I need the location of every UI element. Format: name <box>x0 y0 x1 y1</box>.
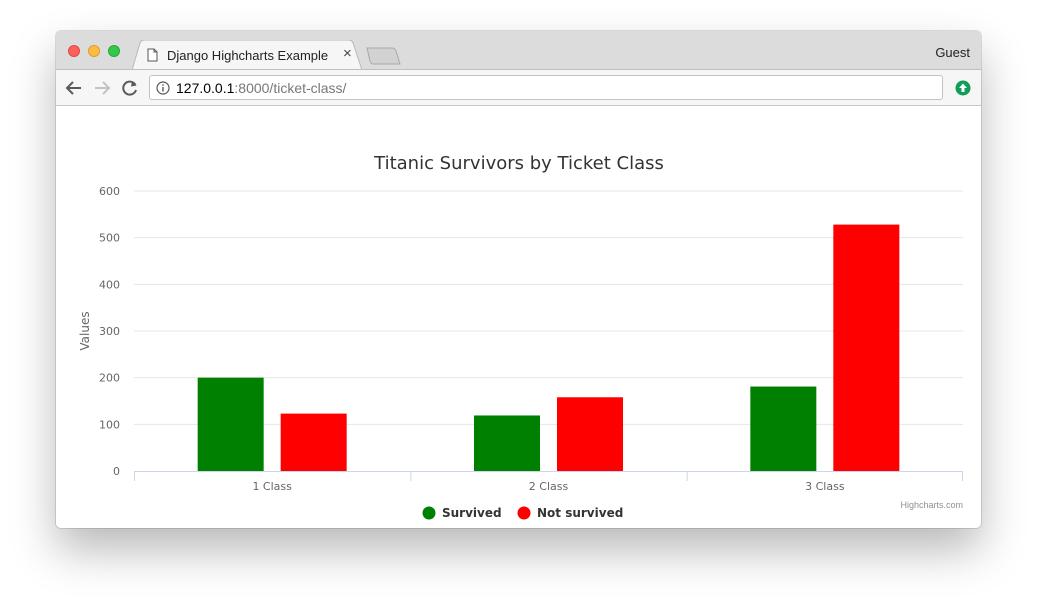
chart-credits[interactable]: Highcharts.com <box>900 500 963 510</box>
bar[interactable] <box>280 413 347 471</box>
toolbar: 127.0.0.1:8000/ticket-class/ <box>56 69 981 106</box>
close-window-button[interactable] <box>68 45 80 57</box>
page-content: Titanic Survivors by Ticket Class 0 100 20… <box>56 106 981 528</box>
bar[interactable] <box>833 224 900 471</box>
y-tick-label: 400 <box>99 278 120 291</box>
page-icon <box>147 48 158 67</box>
extension-icon[interactable] <box>955 80 971 96</box>
legend-marker <box>422 506 436 520</box>
maximize-window-button[interactable] <box>108 45 120 57</box>
url-host: 127.0.0.1 <box>176 80 235 96</box>
y-tick-label: 300 <box>99 325 120 338</box>
chart: Titanic Survivors by Ticket Class 0 100 20… <box>78 153 963 520</box>
address-bar[interactable]: 127.0.0.1:8000/ticket-class/ <box>149 75 943 100</box>
legend-marker <box>517 506 531 520</box>
y-axis-label: Values <box>78 311 92 350</box>
info-icon[interactable] <box>156 81 170 95</box>
bar[interactable] <box>197 377 264 471</box>
x-tick-label: 3 Class <box>805 480 845 493</box>
bar[interactable] <box>750 386 817 471</box>
x-tick-label: 2 Class <box>529 480 569 493</box>
profile-label[interactable]: Guest <box>935 45 970 60</box>
y-tick-label: 200 <box>99 372 120 385</box>
legend-label: Not survived <box>537 506 623 520</box>
minimize-window-button[interactable] <box>88 45 100 57</box>
reload-icon[interactable] <box>121 79 139 97</box>
x-tick-label: 1 Class <box>252 480 292 493</box>
close-icon[interactable]: × <box>343 46 352 62</box>
url-text[interactable]: 127.0.0.1:8000/ticket-class/ <box>176 80 346 96</box>
y-tick-label: 600 <box>99 185 120 198</box>
new-tab-button[interactable] <box>366 47 402 65</box>
browser-window: Django Highcharts Example × Guest 127.0.… <box>56 31 981 528</box>
y-tick-label: 0 <box>113 465 120 478</box>
legend-label: Survived <box>442 506 502 520</box>
y-tick-label: 500 <box>99 232 120 245</box>
tab-bar: Django Highcharts Example × Guest <box>56 31 981 70</box>
bar[interactable] <box>557 397 623 471</box>
active-tab[interactable]: Django Highcharts Example × <box>132 40 363 70</box>
url-path: :8000/ticket-class/ <box>234 80 347 96</box>
legend-item[interactable]: Survived <box>422 506 502 520</box>
back-arrow-icon[interactable] <box>65 79 83 97</box>
forward-arrow-icon[interactable] <box>93 79 111 97</box>
bar[interactable] <box>474 415 540 471</box>
chart-title: Titanic Survivors by Ticket Class <box>373 153 664 174</box>
y-tick-label: 100 <box>99 418 120 431</box>
legend-item[interactable]: Not survived <box>517 506 624 520</box>
tab-title: Django Highcharts Example <box>167 48 329 63</box>
